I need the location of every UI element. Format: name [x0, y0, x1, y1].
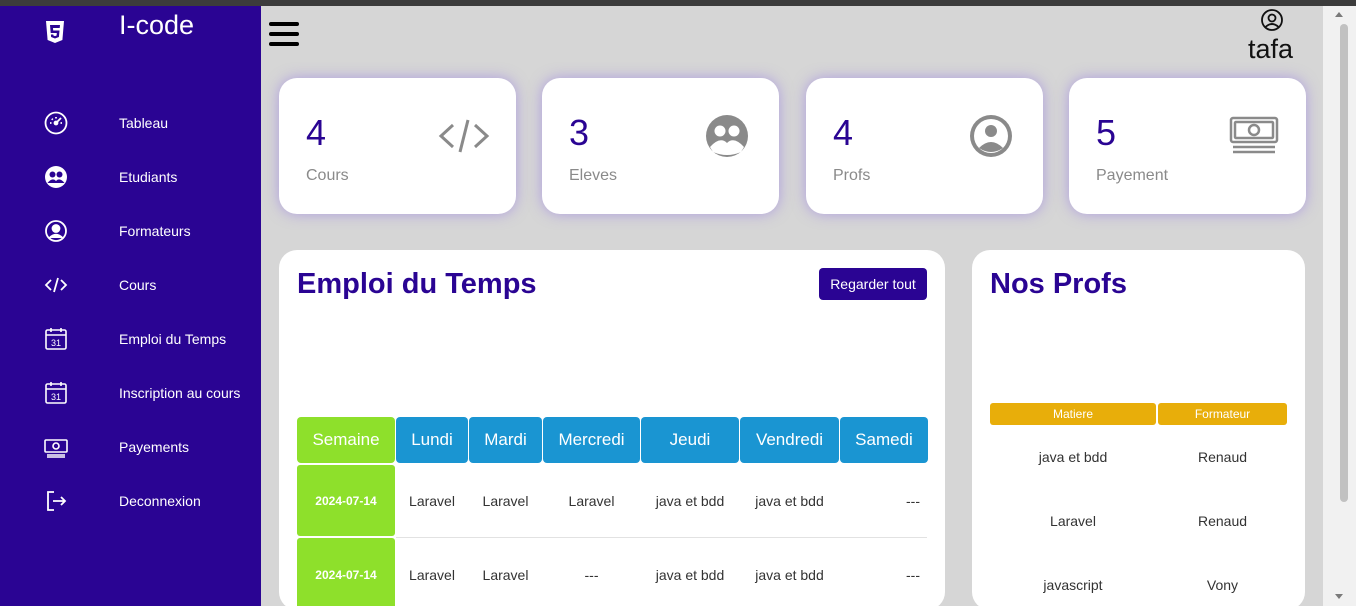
stat-label: Cours	[306, 167, 349, 184]
stat-card-profs[interactable]: 4 Profs	[806, 78, 1043, 214]
table-cell: Laravel	[482, 567, 529, 583]
stat-card-cours[interactable]: 4 Cours	[279, 78, 516, 214]
stat-value: 4	[306, 112, 327, 153]
users-icon	[43, 164, 69, 190]
sidebar-item-label: Cours	[119, 277, 157, 293]
stat-label: Profs	[833, 167, 871, 184]
column-header-samedi: Samedi	[840, 417, 928, 463]
column-header-vendredi: Vendredi	[740, 417, 839, 463]
stat-card-eleves[interactable]: 3 Eleves	[542, 78, 779, 214]
table-cell: java et bdd	[755, 567, 824, 583]
table-cell: Renaud	[1197, 449, 1248, 465]
table-cell: Laravel	[1050, 513, 1096, 529]
profs-panel: Nos Profs Matiere Formateur java et bdd …	[972, 250, 1305, 606]
calendar-icon: 31	[43, 326, 69, 352]
sidebar-item-deconnexion[interactable]: Deconnexion	[0, 481, 261, 521]
money-icon	[1228, 110, 1280, 162]
code-icon	[43, 272, 69, 298]
sidebar-item-cours[interactable]: Cours	[0, 265, 261, 305]
column-header-semaine: Semaine	[297, 417, 395, 463]
sidebar-item-tableau[interactable]: Tableau	[0, 103, 261, 143]
table-cell: Laravel	[482, 492, 529, 509]
scroll-up-arrow-icon[interactable]	[1335, 12, 1343, 17]
sidebar-item-label: Etudiants	[119, 169, 178, 185]
stat-card-payement[interactable]: 5 Payement	[1069, 78, 1306, 214]
calendar-icon: 31	[43, 380, 69, 406]
week-cell: 2024-07-14	[297, 465, 395, 536]
schedule-title: Emploi du Temps	[297, 268, 537, 300]
profs-title: Nos Profs	[990, 268, 1127, 300]
stat-value: 3	[569, 112, 590, 153]
column-header-mardi: Mardi	[469, 417, 542, 463]
scrollbar-thumb[interactable]	[1340, 24, 1348, 502]
table-cell: java et bdd	[655, 567, 725, 583]
sidebar-item-label: Inscription au cours	[119, 385, 241, 401]
sidebar-item-label: Emploi du Temps	[119, 331, 227, 347]
table-cell: java et bdd	[755, 492, 824, 509]
sidebar-item-label: Deconnexion	[119, 493, 201, 509]
page-scrollbar[interactable]	[1323, 6, 1356, 606]
stat-label: Eleves	[569, 167, 618, 184]
view-all-button[interactable]: Regarder tout	[819, 268, 927, 300]
html5-icon	[46, 21, 64, 43]
sidebar-item-emploi-du-temps[interactable]: 31 Emploi du Temps	[0, 319, 261, 359]
username[interactable]: tafa	[1248, 34, 1293, 65]
table-cell: Laravel	[409, 492, 455, 509]
stat-label: Payement	[1096, 167, 1169, 184]
logout-icon	[43, 488, 69, 514]
week-cell: 2024-07-14	[297, 538, 395, 606]
table-cell: ---	[906, 492, 920, 509]
table-cell: Vony	[1206, 577, 1239, 593]
sidebar-item-label: Formateurs	[119, 223, 191, 239]
column-header-lundi: Lundi	[396, 417, 468, 463]
stat-value: 4	[833, 112, 854, 153]
sidebar-item-etudiants[interactable]: Etudiants	[0, 157, 261, 197]
user-circle-icon	[43, 218, 69, 244]
column-header-matiere: Matiere	[990, 403, 1156, 425]
user-circle-icon[interactable]	[1260, 8, 1284, 32]
scroll-down-arrow-icon[interactable]	[1335, 594, 1343, 599]
stat-value: 5	[1096, 112, 1117, 153]
sidebar-item-label: Tableau	[119, 115, 169, 131]
brand-name: I-code	[119, 10, 195, 40]
sidebar-item-inscription[interactable]: 31 Inscription au cours	[0, 373, 261, 413]
code-icon	[438, 110, 490, 162]
table-cell: Renaud	[1197, 513, 1248, 529]
sidebar-item-formateurs[interactable]: Formateurs	[0, 211, 261, 251]
svg-text:31: 31	[51, 338, 61, 348]
svg-text:31: 31	[51, 392, 61, 402]
table-cell: ---	[906, 567, 920, 583]
users-icon	[701, 110, 753, 162]
table-cell: ---	[584, 567, 599, 583]
money-icon	[43, 434, 69, 460]
table-cell: java et bdd	[1038, 449, 1108, 465]
user-circle-icon	[965, 110, 1017, 162]
column-header-formateur: Formateur	[1158, 403, 1287, 425]
table-cell: java et bdd	[655, 492, 725, 509]
table-cell: javascript	[1043, 577, 1103, 593]
column-header-jeudi: Jeudi	[641, 417, 739, 463]
schedule-panel: Emploi du Temps Regarder tout Semaine Lu…	[279, 250, 945, 606]
hamburger-icon[interactable]	[269, 22, 299, 48]
main-content: tafa 4 Cours 3 Eleves 4 Profs 5 Payement…	[261, 6, 1323, 606]
column-header-mercredi: Mercredi	[543, 417, 640, 463]
gauge-icon	[43, 110, 69, 136]
table-cell: Laravel	[568, 492, 615, 509]
sidebar: I-code Tableau Etudiants Formateurs Cour…	[0, 6, 261, 606]
table-cell: Laravel	[409, 567, 455, 583]
sidebar-item-label: Payements	[119, 439, 190, 455]
sidebar-item-payements[interactable]: Payements	[0, 427, 261, 467]
